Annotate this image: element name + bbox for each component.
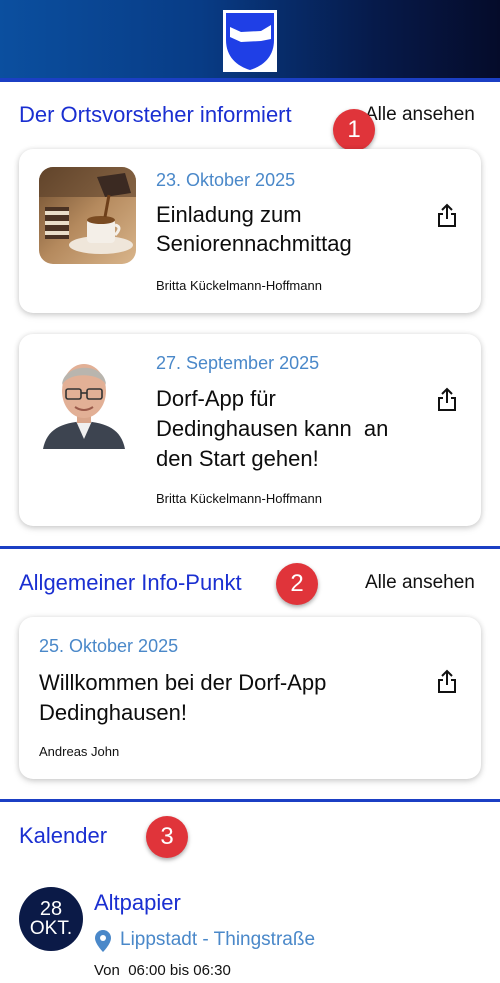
calendar-day: 28 xyxy=(39,898,63,920)
card-title-line: Dedinghausen! xyxy=(39,700,188,725)
share-icon[interactable] xyxy=(436,386,458,412)
news-thumbnail-portrait xyxy=(39,349,129,449)
calendar-date-badge: 28 OKT. xyxy=(19,887,83,951)
news-card[interactable]: 25. Oktober 2025 Willkommen bei der Dorf… xyxy=(19,617,481,779)
header-divider xyxy=(0,78,500,82)
card-date: 27. September 2025 xyxy=(156,353,320,373)
event-title[interactable]: Altpapier xyxy=(94,890,181,916)
card-author: Andreas John xyxy=(39,744,120,759)
section-title-infopunkt: Allgemeiner Info-Punkt xyxy=(19,570,242,595)
news-card[interactable]: 27. September 2025 Dorf-App für Dedingha… xyxy=(19,334,481,526)
card-date: 23. Oktober 2025 xyxy=(156,170,296,190)
card-date: 25. Oktober 2025 xyxy=(39,636,179,656)
card-author: Britta Kückelmann-Hoffmann xyxy=(156,491,322,506)
annotation-badge-1: 1 xyxy=(333,109,375,151)
card-title-line: Seniorennachmittag xyxy=(156,231,352,256)
event-location: Lippstadt - Thingstraße xyxy=(120,929,316,950)
share-icon[interactable] xyxy=(436,202,458,228)
card-title-line: den Start gehen! xyxy=(156,446,319,471)
event-time: Von 06:00 bis 06:30 xyxy=(94,962,231,979)
section-title-ortsvorsteher: Der Ortsvorsteher informiert xyxy=(19,102,292,127)
see-all-infopunkt-link[interactable]: Alle ansehen xyxy=(365,572,475,594)
calendar-month: OKT. xyxy=(29,918,73,939)
share-icon[interactable] xyxy=(436,668,458,694)
section-title-kalender: Kalender xyxy=(19,823,108,848)
card-author: Britta Kückelmann-Hoffmann xyxy=(156,278,322,293)
card-title-line: Dedinghausen kann an xyxy=(156,416,389,441)
location-pin-icon xyxy=(95,930,111,952)
news-thumbnail-coffee xyxy=(39,167,136,264)
section-divider xyxy=(0,799,500,802)
coat-of-arms-logo xyxy=(223,10,277,72)
annotation-badge-2: 2 xyxy=(276,563,318,605)
news-card[interactable]: 23. Oktober 2025 Einladung zum Seniorenn… xyxy=(19,149,481,313)
card-title-line: Dorf-App für xyxy=(156,386,276,411)
card-title-line: Willkommen bei der Dorf-App xyxy=(39,670,327,695)
app-header xyxy=(0,0,500,82)
section-divider xyxy=(0,546,500,549)
annotation-badge-3: 3 xyxy=(146,816,188,858)
card-title-line: Einladung zum xyxy=(156,202,302,227)
see-all-ortsvorsteher-link[interactable]: Alle ansehen xyxy=(365,104,475,126)
